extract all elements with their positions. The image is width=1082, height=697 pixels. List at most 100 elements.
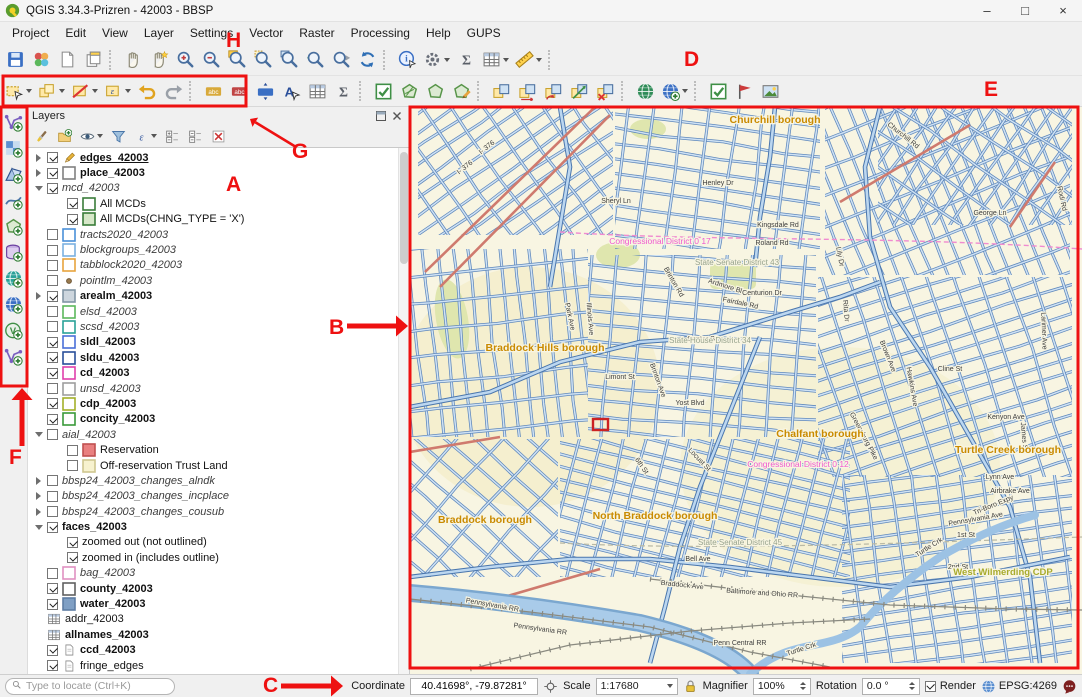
spin-arrows-icon[interactable]: [800, 682, 806, 690]
spatial-bookmarks-button[interactable]: [731, 78, 757, 104]
layer-item-concity-42003[interactable]: concity_42003: [28, 412, 409, 427]
locate-input[interactable]: [26, 680, 168, 692]
new-shapefile-layer-button[interactable]: [1, 213, 27, 239]
layer-item-off-reservation-trust-land[interactable]: Off-reservation Trust Land: [28, 458, 409, 473]
statistical-summary-button[interactable]: Σ: [453, 47, 479, 73]
add-database-layer-button[interactable]: [1, 239, 27, 265]
spin-arrows-icon[interactable]: [909, 682, 915, 690]
attribute-grid-button[interactable]: [304, 78, 330, 104]
remove-layer-button[interactable]: [208, 126, 229, 146]
layer-visibility-checkbox[interactable]: [47, 245, 58, 256]
expander-icon[interactable]: [34, 153, 43, 162]
layer-visibility-checkbox[interactable]: [47, 337, 58, 348]
select-by-expression-button[interactable]: ε: [101, 78, 134, 104]
locate-search[interactable]: [5, 678, 175, 695]
layer-item-water-42003[interactable]: water_42003: [28, 596, 409, 611]
expander-icon[interactable]: [34, 430, 43, 439]
expander-icon[interactable]: [34, 169, 43, 178]
zoom-in-button[interactable]: [172, 47, 198, 73]
menu-view[interactable]: View: [94, 24, 136, 42]
scale-combobox[interactable]: 1:17680: [596, 678, 678, 695]
layer-item-all-mcds[interactable]: All MCDs: [28, 196, 409, 211]
messages-icon[interactable]: [1062, 679, 1077, 694]
layer-item-cd-42003[interactable]: cd_42003: [28, 365, 409, 380]
layer-diagram-options-button[interactable]: abc: [226, 78, 252, 104]
expand-all-button[interactable]: [162, 126, 183, 146]
layer-visibility-checkbox[interactable]: [47, 491, 58, 502]
add-web-service-layer-button[interactable]: [658, 78, 691, 104]
manage-map-themes-button[interactable]: [77, 126, 106, 146]
layer-tree-scrollbar[interactable]: [398, 148, 409, 674]
snapping-options-button[interactable]: [705, 78, 731, 104]
minimize-button[interactable]: –: [968, 0, 1006, 21]
layer-item-bbsp24-42003-changes-alndk[interactable]: bbsp24_42003_changes_alndk: [28, 473, 409, 488]
layer-visibility-checkbox[interactable]: [67, 537, 78, 548]
add-wfs-layer-button[interactable]: [1, 291, 27, 317]
zoom-last-button[interactable]: [302, 47, 328, 73]
layer-visibility-checkbox[interactable]: [47, 398, 58, 409]
layer-visibility-checkbox[interactable]: [67, 198, 78, 209]
crs-status[interactable]: EPSG:4269: [981, 679, 1057, 694]
zoom-to-layer-button[interactable]: [276, 47, 302, 73]
add-vector-layer-button[interactable]: [1, 109, 27, 135]
save-project-button[interactable]: [2, 47, 28, 73]
select-features-by-area-button[interactable]: [2, 78, 35, 104]
layer-visibility-checkbox[interactable]: [47, 568, 58, 579]
expander-icon[interactable]: [34, 476, 43, 485]
filter-legend-button[interactable]: [108, 126, 129, 146]
menu-vector[interactable]: Vector: [241, 24, 291, 42]
copy-features-button[interactable]: [488, 78, 514, 104]
add-wms-layer-button[interactable]: [1, 265, 27, 291]
undo-button[interactable]: [134, 78, 160, 104]
layer-visibility-checkbox[interactable]: [67, 552, 78, 563]
layer-visibility-checkbox[interactable]: [47, 291, 58, 302]
layer-item-unsd-42003[interactable]: unsd_42003: [28, 381, 409, 396]
field-calculator-button[interactable]: Σ: [330, 78, 356, 104]
panel-close-icon[interactable]: [389, 109, 405, 123]
run-feature-action-button[interactable]: [420, 47, 453, 73]
magnifier-spinbox[interactable]: 100%: [753, 678, 811, 695]
select-features-by-value-button[interactable]: [35, 78, 68, 104]
add-mesh-layer-button[interactable]: [1, 161, 27, 187]
coordinate-input[interactable]: [410, 678, 538, 695]
add-group-button[interactable]: [54, 126, 75, 146]
check-geometries-button[interactable]: [370, 78, 396, 104]
layer-item-faces-42003[interactable]: faces_42003: [28, 519, 409, 534]
add-arcgis-rest-layer-button[interactable]: V: [1, 317, 27, 343]
move-features-button[interactable]: [514, 78, 540, 104]
layer-visibility-checkbox[interactable]: [47, 506, 58, 517]
show-layout-manager-button[interactable]: [80, 47, 106, 73]
zoom-next-button[interactable]: [328, 47, 354, 73]
refresh-map-button[interactable]: [354, 47, 380, 73]
move-label-button[interactable]: [252, 78, 278, 104]
add-delimited-text-layer-button[interactable]: [1, 187, 27, 213]
zoom-full-button[interactable]: [224, 47, 250, 73]
layer-item-sldu-42003[interactable]: sldu_42003: [28, 350, 409, 365]
style-manager-button[interactable]: [28, 47, 54, 73]
layer-item-sldl-42003[interactable]: sldl_42003: [28, 335, 409, 350]
layer-visibility-checkbox[interactable]: [47, 414, 58, 425]
layer-item-all-mcds-chng-type-x[interactable]: All MCDs(CHNG_TYPE = 'X'): [28, 212, 409, 227]
georeferencer-button[interactable]: [757, 78, 783, 104]
filter-by-expression-button[interactable]: ε: [131, 126, 160, 146]
measure-line-button[interactable]: [512, 47, 545, 73]
layer-visibility-checkbox[interactable]: [47, 321, 58, 332]
layer-visibility-checkbox[interactable]: [47, 522, 58, 533]
redo-button[interactable]: [160, 78, 186, 104]
pan-map-to-selection-button[interactable]: [146, 47, 172, 73]
zoom-to-selection-button[interactable]: [250, 47, 276, 73]
layer-item-zoomed-out-not-outlined[interactable]: zoomed out (not outlined): [28, 535, 409, 550]
metasearch-catalog-button[interactable]: [632, 78, 658, 104]
delete-selected-button[interactable]: [592, 78, 618, 104]
rotate-features-button[interactable]: [540, 78, 566, 104]
layer-visibility-checkbox[interactable]: [67, 460, 78, 471]
digitize-with-pencil-button[interactable]: [448, 78, 474, 104]
deselect-features-all-layers-button[interactable]: [68, 78, 101, 104]
layer-labeling-options-button[interactable]: abc: [200, 78, 226, 104]
layer-item-reservation[interactable]: Reservation: [28, 442, 409, 457]
open-layer-styling-button[interactable]: [31, 126, 52, 146]
layer-visibility-checkbox[interactable]: [47, 475, 58, 486]
add-raster-layer-button[interactable]: [1, 135, 27, 161]
layer-item-arealm-42003[interactable]: arealm_42003: [28, 289, 409, 304]
layer-item-county-42003[interactable]: county_42003: [28, 581, 409, 596]
